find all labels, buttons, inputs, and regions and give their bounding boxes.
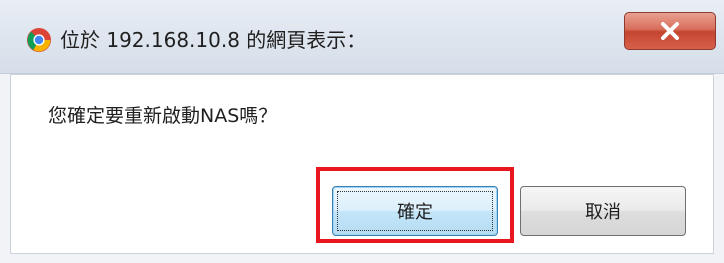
dialog-message: 您確定要重新啟動NAS嗎？: [48, 105, 278, 127]
dialog-title: 位於 192.168.10.8 的網頁表示：: [60, 28, 367, 52]
chrome-logo-icon: [27, 28, 51, 52]
dialog-window: 位於 192.168.10.8 的網頁表示： 您確定要重新啟動NAS嗎？ 確定 …: [0, 0, 724, 263]
close-icon: [661, 22, 679, 40]
ok-button[interactable]: 確定: [332, 186, 498, 236]
title-bar[interactable]: 位於 192.168.10.8 的網頁表示：: [0, 0, 724, 74]
cancel-button-label: 取消: [585, 202, 621, 223]
ok-button-label: 確定: [397, 202, 433, 223]
close-button[interactable]: [624, 12, 716, 50]
cancel-button[interactable]: 取消: [520, 186, 686, 236]
